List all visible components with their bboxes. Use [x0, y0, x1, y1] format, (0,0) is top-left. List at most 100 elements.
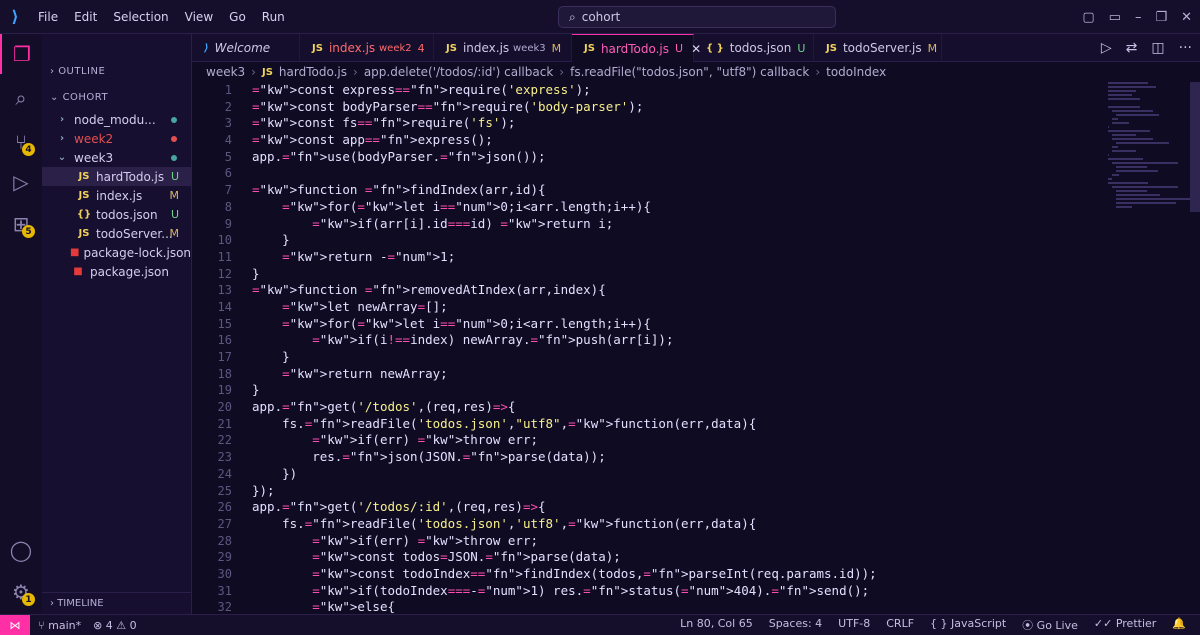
- code-line[interactable]: ="kw">return newArray;: [252, 366, 877, 383]
- js-file-icon: JS: [261, 66, 273, 78]
- code-line[interactable]: ="kw">const app=="fn">express();: [252, 132, 877, 149]
- prettier-button[interactable]: ✓✓ Prettier: [1094, 617, 1156, 633]
- code-editor[interactable]: 1 2 3 4 5 6 7 8 9 10 11 12 13 14 15 16 17 18 19 20 21 22 23 24 2…: [192, 82, 1200, 614]
- problems-indicator[interactable]: ⊗ 4 ⚠ 0: [93, 619, 137, 632]
- branch-indicator[interactable]: ⑂ main*: [38, 619, 81, 632]
- tree-item-hardtodo[interactable]: JS hardTodo.js U: [42, 167, 191, 186]
- breadcrumb-folder[interactable]: week3: [206, 65, 245, 79]
- menu-selection[interactable]: Selection: [105, 10, 176, 24]
- breadcrumb-symbol-2[interactable]: fs.readFile("todos.json", "utf8") callba…: [570, 65, 809, 79]
- explorer-icon[interactable]: ❐: [0, 34, 42, 74]
- extensions-icon[interactable]: ⊞ 5: [0, 204, 42, 244]
- more-actions-icon[interactable]: ···: [1179, 40, 1192, 56]
- timeline-section[interactable]: › TIMELINE: [42, 592, 192, 614]
- tree-item-week2[interactable]: › week2: [42, 129, 191, 148]
- menu-file[interactable]: File: [30, 10, 66, 24]
- menu-edit[interactable]: Edit: [66, 10, 105, 24]
- layout-icon[interactable]: ▢: [1082, 10, 1094, 25]
- code-line[interactable]: ="kw">function ="fn">removedAtIndex(arr,…: [252, 282, 877, 299]
- tree-item-todos-json[interactable]: {} todos.json U: [42, 205, 191, 224]
- tab-index-week3[interactable]: JS index.js week3 M: [434, 34, 572, 62]
- code-line[interactable]: ="kw">else{: [252, 599, 877, 614]
- code-line[interactable]: ="kw">const todos=JSON.="fn">parse(data)…: [252, 549, 877, 566]
- code-line[interactable]: ="kw">function ="fn">findIndex(arr,id){: [252, 182, 877, 199]
- code-line[interactable]: ="kw">for(="kw">let i=="num">0;i<arr.len…: [252, 199, 877, 216]
- cursor-position[interactable]: Ln 80, Col 65: [680, 617, 753, 633]
- tab-welcome[interactable]: ⟩ Welcome: [192, 34, 300, 62]
- restore-icon[interactable]: ❐: [1155, 10, 1167, 25]
- encoding[interactable]: UTF-8: [838, 617, 870, 633]
- tree-item-todoserver[interactable]: JS todoServer... M: [42, 224, 191, 243]
- code-line[interactable]: ="kw">for(="kw">let i=="num">0;i<arr.len…: [252, 316, 877, 333]
- line-number: 27: [217, 516, 232, 531]
- code-line[interactable]: ="kw">return -="num">1;: [252, 249, 877, 266]
- code-line[interactable]: ="kw">const todoIndex=="fn">findIndex(to…: [252, 566, 876, 583]
- language-mode[interactable]: { } JavaScript: [930, 617, 1006, 633]
- tab-todoserver[interactable]: JS todoServer.js M: [814, 34, 942, 62]
- code-line[interactable]: [252, 165, 877, 182]
- menu-go[interactable]: Go: [221, 10, 254, 24]
- split-editor-icon[interactable]: ◫: [1151, 40, 1164, 56]
- indentation[interactable]: Spaces: 4: [769, 617, 822, 633]
- code-line[interactable]: ="kw">if(arr[i].id===id) ="kw">return i;: [252, 216, 877, 233]
- code-line[interactable]: fs.="fn">readFile('todos.json','utf8',="…: [252, 516, 877, 533]
- code-content[interactable]: ="kw">const express=="fn">require('expre…: [252, 82, 877, 614]
- code-line[interactable]: }: [252, 382, 877, 399]
- close-icon[interactable]: ✕: [1181, 10, 1192, 25]
- search-icon[interactable]: ⌕: [0, 78, 42, 118]
- tab-todos-json[interactable]: { } todos.json U: [694, 34, 814, 62]
- remote-icon[interactable]: ⋈: [0, 614, 30, 635]
- code-line[interactable]: }: [252, 266, 877, 283]
- code-line[interactable]: }: [252, 349, 877, 366]
- tree-item-week3[interactable]: ⌄ week3: [42, 148, 191, 167]
- code-line[interactable]: ="kw">if(err) ="kw">throw err;: [252, 432, 877, 449]
- tree-item-index[interactable]: JS index.js M: [42, 186, 191, 205]
- code-line[interactable]: ="kw">if(todoIndex===-="num">1) res.="fn…: [252, 583, 877, 600]
- code-line[interactable]: app.="fn">get('/todos/:id',(req,res)=>{: [252, 499, 877, 516]
- tree-item-node-modules[interactable]: › node_modu...: [42, 110, 191, 129]
- code-line[interactable]: ="kw">const fs=="fn">require('fs');: [252, 115, 877, 132]
- minimap-line: [1112, 150, 1136, 152]
- tab-index-week2[interactable]: JS index.js week2 4: [300, 34, 434, 62]
- code-line[interactable]: ="kw">const bodyParser=="fn">require('bo…: [252, 99, 877, 116]
- menu-view[interactable]: View: [177, 10, 221, 24]
- code-line[interactable]: app.="fn">use(bodyParser.="fn">json());: [252, 149, 877, 166]
- minimap[interactable]: [1108, 82, 1194, 262]
- settings-gear-icon[interactable]: ⚙ 1: [0, 572, 42, 612]
- search-icon: ⌕: [569, 9, 576, 24]
- breadcrumb-file[interactable]: hardTodo.js: [279, 65, 347, 79]
- code-line[interactable]: res.="fn">json(JSON.="fn">parse(data));: [252, 449, 877, 466]
- code-line[interactable]: fs.="fn">readFile('todos.json',"utf8",="…: [252, 416, 877, 433]
- run-debug-icon[interactable]: ▷: [0, 162, 42, 202]
- code-line[interactable]: ="kw">if(i!==index) newArray.="fn">push(…: [252, 332, 877, 349]
- breadcrumb-symbol-3[interactable]: todoIndex: [826, 65, 886, 79]
- menu-run[interactable]: Run: [254, 10, 293, 24]
- line-number: 29: [217, 550, 232, 565]
- code-line[interactable]: app.="fn">get('/todos',(req,res)=>{: [252, 399, 877, 416]
- outline-section[interactable]: › OUTLINE: [42, 58, 191, 84]
- tree-item-package[interactable]: ■ package.json: [42, 262, 191, 281]
- code-line[interactable]: });: [252, 483, 877, 500]
- go-live-button[interactable]: ⦿ Go Live: [1022, 617, 1078, 633]
- notifications-icon[interactable]: 🔔: [1172, 617, 1186, 633]
- workspace-root[interactable]: ⌄ COHORT: [42, 84, 191, 110]
- run-icon[interactable]: ▷: [1101, 40, 1112, 56]
- minimap-line: [1108, 98, 1141, 100]
- code-line[interactable]: ="kw">if(err) ="kw">throw err;: [252, 533, 877, 550]
- minimap-line: [1112, 110, 1153, 112]
- code-line[interactable]: }: [252, 232, 877, 249]
- compare-icon[interactable]: ⇄: [1126, 40, 1138, 56]
- source-control-icon[interactable]: ⑂ 4: [0, 122, 42, 162]
- code-line[interactable]: }): [252, 466, 877, 483]
- panel-toggle-icon[interactable]: ▭: [1109, 10, 1121, 25]
- command-center[interactable]: ⌕ cohort: [558, 6, 836, 28]
- tree-item-package-lock[interactable]: ■ package-lock.json: [42, 243, 191, 262]
- minimize-icon[interactable]: –: [1135, 10, 1142, 25]
- tab-hardtodo[interactable]: JS hardTodo.js U ✕: [572, 34, 701, 62]
- code-line[interactable]: ="kw">const express=="fn">require('expre…: [252, 82, 877, 99]
- editor-scrollbar[interactable]: [1190, 82, 1200, 212]
- code-line[interactable]: ="kw">let newArray=[];: [252, 299, 877, 316]
- breadcrumb-symbol-1[interactable]: app.delete('/todos/:id') callback: [364, 65, 553, 79]
- line-endings[interactable]: CRLF: [886, 617, 914, 633]
- account-icon[interactable]: ◯: [0, 530, 42, 570]
